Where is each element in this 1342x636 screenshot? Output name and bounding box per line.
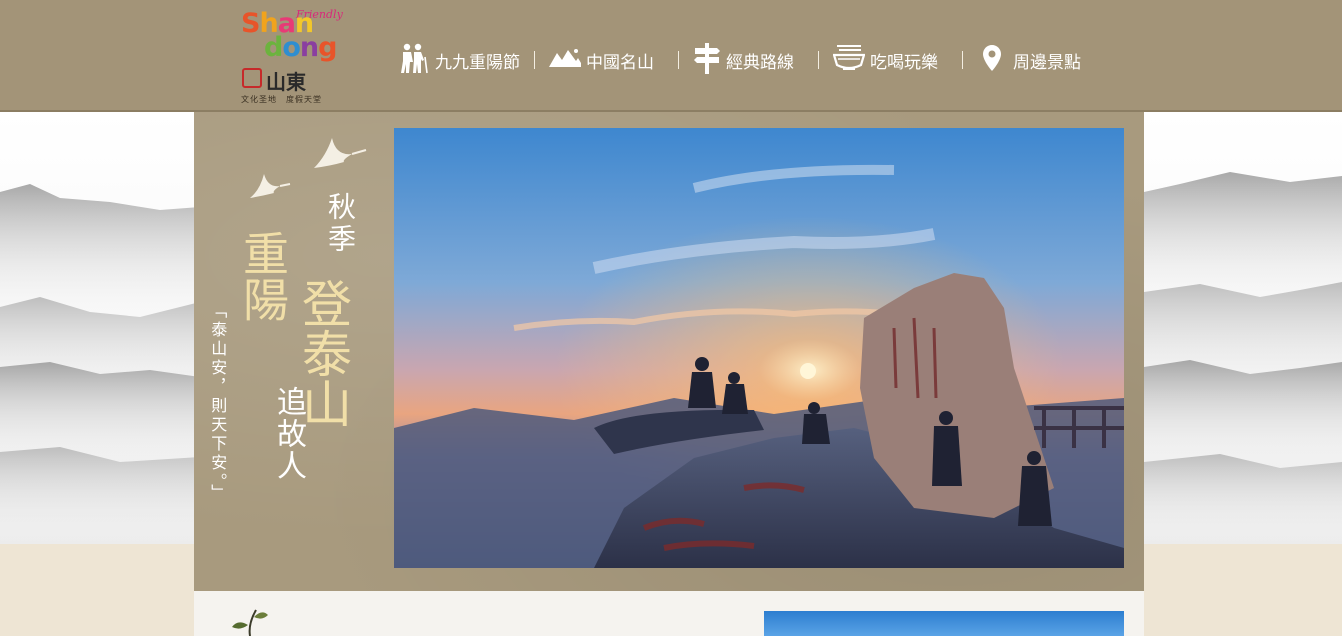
nav-divider [818, 51, 819, 69]
nav-item-chongyang[interactable]: 九九重陽節 [396, 40, 520, 80]
mountain-icon [549, 47, 581, 74]
logo-seal-icon [242, 68, 262, 88]
content-section-preview [194, 591, 1144, 636]
nav-label: 中國名山 [586, 52, 654, 73]
shandong-logo[interactable]: Friendly Shan dong 山東 文化圣地 度假天堂 [238, 6, 350, 106]
hero-title-panel: 秋季 重陽 登泰山 追故人 「泰山安，則天下安。」 [194, 112, 394, 591]
elderly-couple-icon [396, 41, 430, 80]
nav-item-attractions[interactable]: 周邊景點 [983, 40, 1081, 80]
logo-word-dong: dong [264, 32, 337, 63]
nav-divider [534, 51, 535, 69]
signpost-icon [693, 42, 721, 79]
plant-sprig-icon [232, 609, 268, 636]
nav-label: 九九重陽節 [435, 52, 520, 73]
hero-remember-text: 追故人 [271, 386, 306, 482]
section-thumbnail-image[interactable] [764, 611, 1124, 636]
nav-label: 吃喝玩樂 [870, 52, 938, 73]
hero-banner: 秋季 重陽 登泰山 追故人 「泰山安，則天下安。」 [194, 112, 1144, 591]
map-pin-icon [983, 44, 1001, 76]
logo-tagline: 文化圣地 度假天堂 [241, 95, 322, 104]
site-header: Friendly Shan dong 山東 文化圣地 度假天堂 九九重陽節 中國… [0, 0, 1342, 112]
logo-chinese: 山東 [266, 70, 306, 94]
noodle-bowl-icon [832, 44, 866, 77]
hero-photo-taishan-sunrise[interactable] [394, 128, 1124, 568]
hero-autumn-text: 秋季 [324, 192, 357, 256]
main-nav: 九九重陽節 中國名山 經典路線 吃喝玩樂 周邊景點 [396, 40, 1081, 80]
hero-quote: 「泰山安，則天下安。」 [208, 302, 228, 503]
nav-item-routes[interactable]: 經典路線 [693, 40, 794, 80]
hero-chongyang-text: 重陽 [236, 230, 290, 322]
nav-divider [962, 51, 963, 69]
nav-divider [678, 51, 679, 69]
nav-item-mountains[interactable]: 中國名山 [549, 40, 654, 80]
nav-label: 經典路線 [726, 52, 794, 73]
nav-item-food[interactable]: 吃喝玩樂 [832, 40, 938, 80]
nav-label: 周邊景點 [1013, 52, 1081, 73]
